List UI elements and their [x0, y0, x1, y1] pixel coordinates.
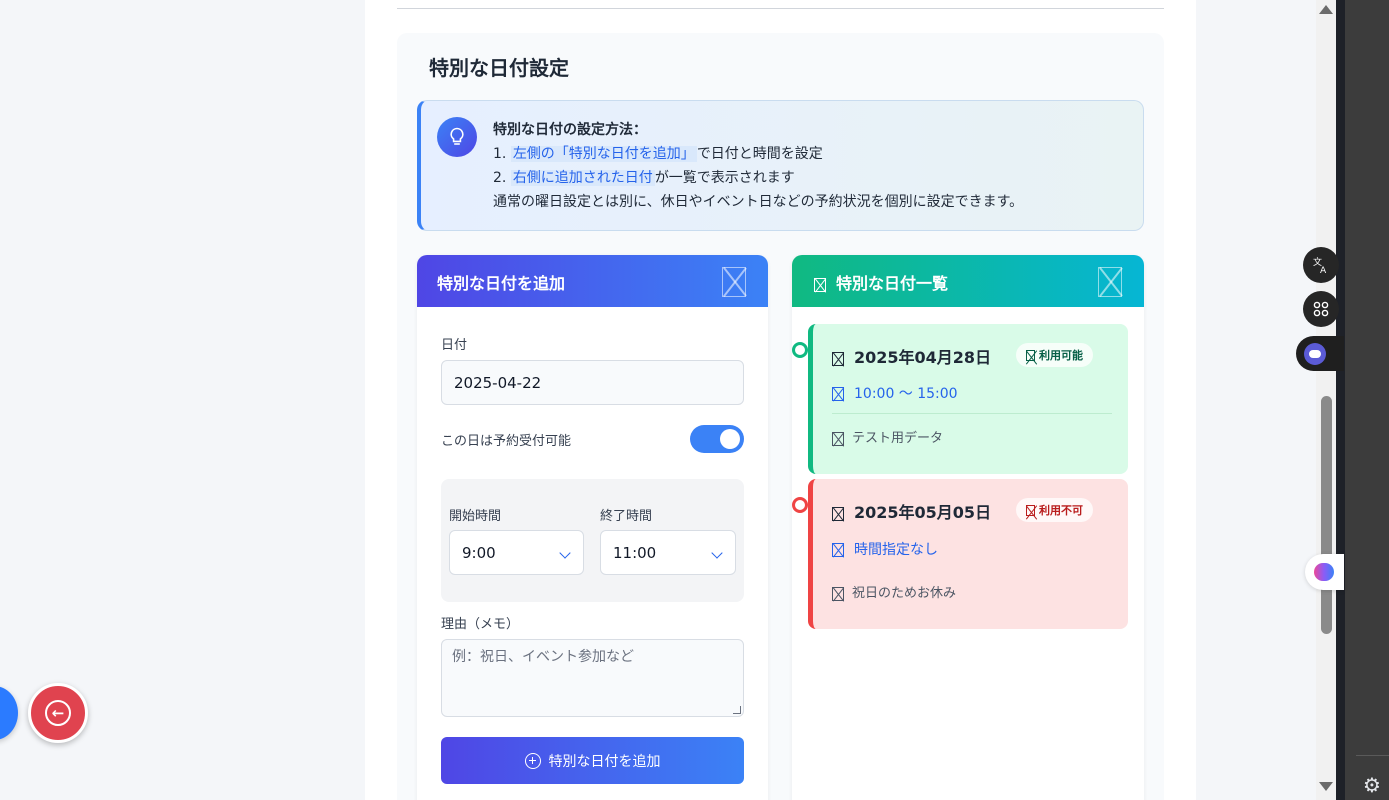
entry-date: 2025年05月05日 [832, 499, 991, 523]
divider [397, 8, 1164, 9]
step-2-highlight: 右側に追加された日付 [510, 170, 655, 186]
add-panel-title: 特別な日付を追加 [437, 274, 566, 293]
date-input[interactable]: 2025-04-22 [441, 360, 744, 405]
entry-note: テスト用データ [832, 427, 943, 446]
start-time-select[interactable]: 9:00 [449, 530, 584, 575]
brain-icon [1314, 563, 1334, 581]
calendar-list-icon [814, 277, 826, 292]
list-panel-title: 特別な日付一覧 [814, 270, 948, 294]
resize-handle[interactable] [733, 706, 741, 714]
gear-icon[interactable]: ⚙ [1362, 775, 1382, 795]
page-background-right [1196, 0, 1316, 800]
plus-circle-icon [524, 752, 541, 769]
status-badge: 利用不可 [1016, 498, 1093, 522]
start-time-value: 9:00 [462, 543, 496, 562]
svg-text:A: A [1320, 266, 1327, 274]
calendar-day-icon [832, 351, 844, 366]
back-button[interactable]: ← [28, 683, 88, 743]
ai-brain-button[interactable] [1305, 554, 1344, 590]
start-time-label: 開始時間 [449, 509, 502, 524]
date-label: 日付 [441, 338, 468, 353]
scrollbar-thumb[interactable] [1321, 396, 1332, 634]
calendar-icon [1098, 267, 1122, 297]
note-icon [832, 586, 844, 601]
translate-icon[interactable]: 文A [1303, 247, 1339, 283]
add-panel-header: 特別な日付を追加 [417, 255, 768, 307]
clock-icon [832, 543, 844, 557]
memo-placeholder: 例：祝日、イベント参加など [452, 649, 634, 665]
sidebar-strip [1336, 0, 1345, 800]
add-special-date-button[interactable]: 特別な日付を追加 [441, 737, 744, 784]
entry-divider [832, 413, 1112, 414]
assistant-bot-button[interactable] [1296, 336, 1344, 371]
page-background-left [0, 0, 365, 800]
chevron-down-icon [559, 547, 571, 559]
entry-time: 時間指定なし [832, 539, 938, 559]
scroll-up-arrow[interactable] [1319, 5, 1333, 14]
lightbulb-icon [437, 117, 477, 157]
calendar-icon [722, 267, 746, 297]
check-icon [1026, 349, 1035, 361]
entry-date: 2025年04月28日 [832, 344, 991, 368]
timeline-dot [792, 497, 808, 513]
step-1-highlight: 左側の「特別な日付を追加」 [510, 146, 697, 162]
chevron-down-icon [711, 547, 723, 559]
sidebar-divider [1356, 755, 1389, 756]
scroll-down-arrow[interactable] [1319, 782, 1333, 791]
list-panel-header: 特別な日付一覧 [792, 255, 1144, 307]
arrow-left-icon: ← [45, 700, 71, 726]
entry-note: 祝日のためお休み [832, 582, 956, 601]
available-toggle[interactable] [690, 425, 744, 453]
add-button-label: 特別な日付を追加 [548, 753, 661, 770]
instructions-step-2: 2. 右側に追加された日付 が一覧で表示されます [493, 170, 795, 186]
bot-icon [1304, 342, 1326, 365]
calendar-day-icon [832, 506, 844, 521]
instructions-step-1: 1. 左側の「特別な日付を追加」 で日付と時間を設定 [493, 146, 823, 162]
toggle-knob [720, 429, 740, 449]
section-title: 特別な日付設定 [429, 56, 569, 80]
instructions-note: 通常の曜日設定とは別に、休日やイベント日などの予約状況を個別に設定できます。 [493, 194, 1024, 210]
end-time-select[interactable]: 11:00 [600, 530, 736, 575]
instructions-heading: 特別な日付の設定方法： [493, 122, 647, 138]
apps-grid-icon[interactable] [1303, 291, 1339, 327]
x-icon [1026, 504, 1035, 516]
status-badge: 利用可能 [1016, 343, 1093, 367]
available-label: この日は予約受付可能 [441, 434, 572, 449]
timeline-dot [792, 342, 808, 358]
memo-textarea[interactable]: 例：祝日、イベント参加など [441, 639, 744, 717]
clock-icon [832, 387, 844, 401]
end-time-value: 11:00 [613, 543, 657, 562]
memo-label: 理由（メモ） [441, 617, 520, 632]
note-icon [832, 431, 844, 446]
entry-time: 10:00 ～ 15:00 [832, 383, 958, 403]
end-time-label: 終了時間 [600, 509, 653, 524]
